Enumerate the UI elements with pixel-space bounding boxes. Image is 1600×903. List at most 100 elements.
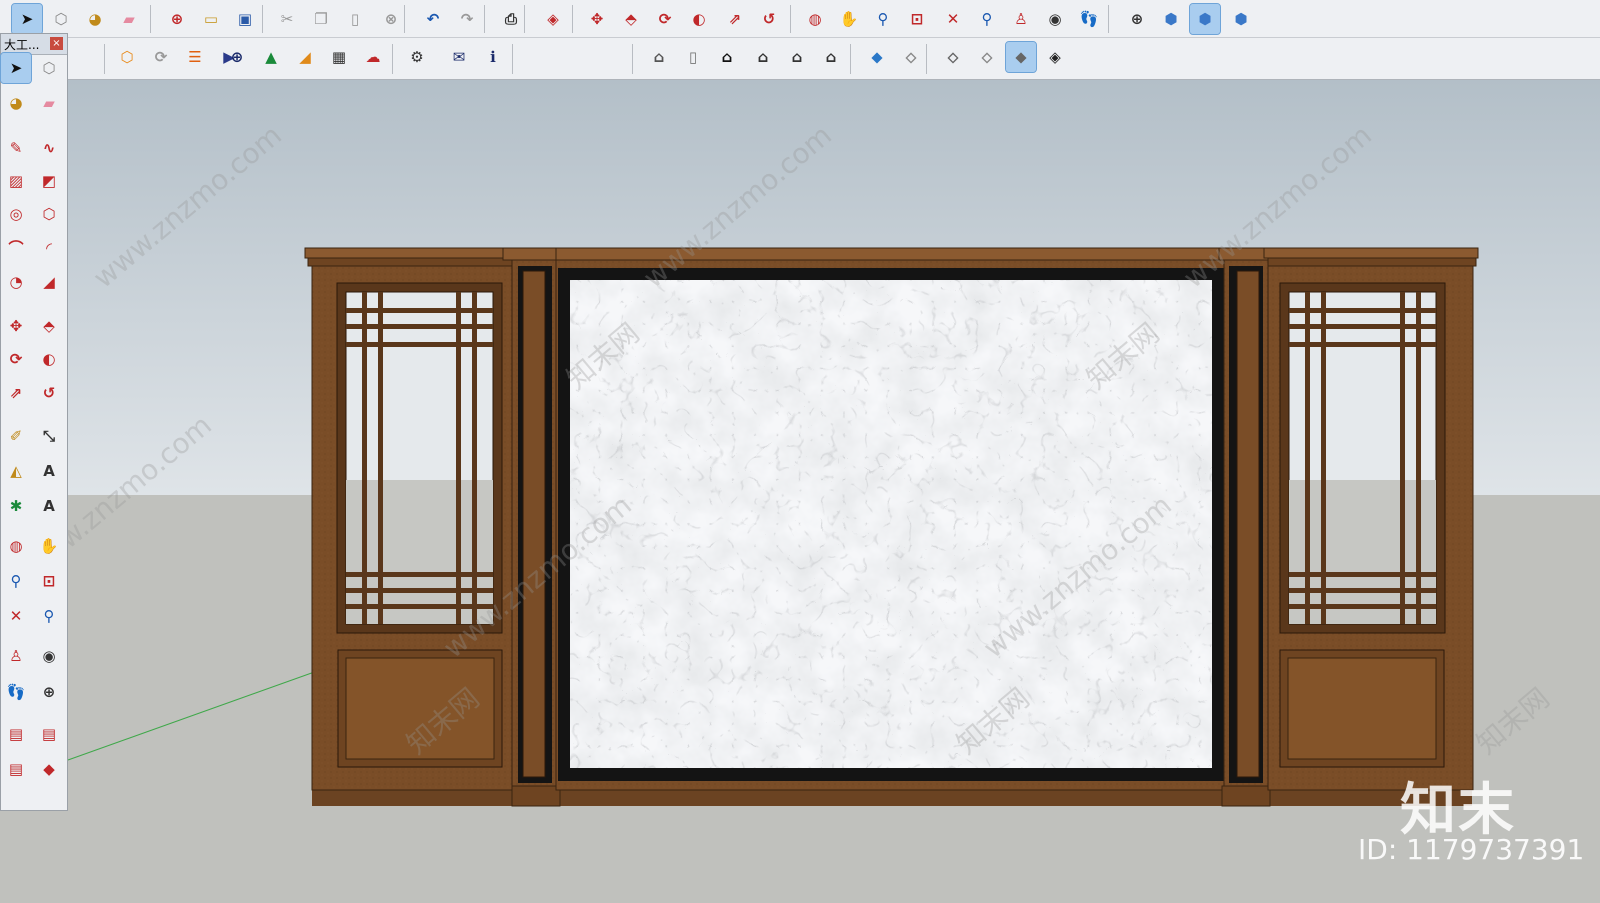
previous-view-button[interactable]: ⚲ <box>34 601 64 631</box>
move-button[interactable]: ✥ <box>1 311 31 341</box>
back-edges-button[interactable]: ⬢ <box>1189 3 1221 35</box>
eraser-button[interactable]: ▰ <box>114 4 144 34</box>
back-view-button[interactable]: ⌂ <box>782 42 812 72</box>
info-button[interactable]: ℹ <box>478 42 508 72</box>
iso-view-button[interactable]: ⌂ <box>644 42 674 72</box>
zoom-window-icon: ⊡ <box>42 571 56 590</box>
make-component-button[interactable]: ⬡ <box>46 4 76 34</box>
axes-button[interactable]: ✱ <box>1 491 31 521</box>
top-view-button[interactable]: ▯ <box>678 42 708 72</box>
checker-button[interactable]: ▦ <box>324 42 354 72</box>
redo-button[interactable]: ↷ <box>452 4 482 34</box>
zoom-window-button[interactable]: ⊡ <box>902 4 932 34</box>
line-button[interactable]: ✎ <box>1 133 31 163</box>
look-around-button[interactable]: ◉ <box>34 641 64 671</box>
paint-bucket-button[interactable]: ◕ <box>80 4 110 34</box>
3d-text-button[interactable]: A <box>34 491 64 521</box>
refresh-button[interactable]: ⟳ <box>146 42 176 72</box>
zoom-button[interactable]: ⚲ <box>1 566 31 596</box>
warehouse-button[interactable]: ▤ <box>1 719 31 749</box>
eraser-button[interactable]: ▰ <box>34 88 64 118</box>
push-pull-button[interactable]: ⬘ <box>616 4 646 34</box>
mail-button[interactable]: ✉ <box>444 42 474 72</box>
upload-button[interactable]: ▤ <box>1 754 31 784</box>
gem-button[interactable]: ◆ <box>34 754 64 784</box>
push-pull-button[interactable]: ⬘ <box>34 311 64 341</box>
three-point-arc-button[interactable]: ◢ <box>34 267 64 297</box>
rotated-rectangle-button[interactable]: ◩ <box>34 166 64 196</box>
wireframe-style-button[interactable]: ⬦ <box>896 42 926 72</box>
two-point-arc-button[interactable]: ◜ <box>34 233 64 263</box>
close-icon[interactable]: × <box>50 37 63 50</box>
orbit-button[interactable]: ◍ <box>800 4 830 34</box>
dimension-button[interactable]: ⤡ <box>34 421 64 451</box>
scale-button[interactable]: ⇗ <box>1 378 31 408</box>
offset-button[interactable]: ↺ <box>34 378 64 408</box>
rectangle-button[interactable]: ▨ <box>1 166 31 196</box>
front-view-button[interactable]: ⌂ <box>712 42 742 72</box>
pan-button[interactable]: ✋ <box>34 531 64 561</box>
model-info-button[interactable]: ⊕ <box>162 4 192 34</box>
modeling-viewport[interactable]: www.znzmo.com www.znzmo.com www.znzmo.co… <box>0 80 1600 903</box>
move-button[interactable]: ✥ <box>582 4 612 34</box>
wireframe-button[interactable]: ⬢ <box>1226 4 1256 34</box>
open-button[interactable]: ▭ <box>196 4 226 34</box>
section-plane-button[interactable]: ⊕ <box>34 677 64 707</box>
shaded-textures-button[interactable]: ⬥ <box>1005 41 1037 73</box>
walk-button[interactable]: 👣 <box>1 677 31 707</box>
sandbox-button[interactable]: ◢ <box>290 42 320 72</box>
follow-me-button[interactable]: ◐ <box>34 344 64 374</box>
zoom-extents-button[interactable]: ✕ <box>938 4 968 34</box>
copy-button[interactable]: ❐ <box>306 4 336 34</box>
layers-button[interactable]: ☰ <box>180 42 210 72</box>
walk-button[interactable]: 👣 <box>1074 4 1104 34</box>
previous-view-button[interactable]: ⚲ <box>972 4 1002 34</box>
trimble-button[interactable]: ▲ <box>256 42 286 72</box>
follow-me-button[interactable]: ◐ <box>684 4 714 34</box>
xray-button[interactable]: ⬢ <box>1156 4 1186 34</box>
rotate-button[interactable]: ⟳ <box>650 4 680 34</box>
print-button[interactable]: ⎙ <box>496 4 526 34</box>
undo-button[interactable]: ↶ <box>418 4 448 34</box>
paste-button[interactable]: ▯ <box>340 4 370 34</box>
zoom-extents-button[interactable]: ✕ <box>1 601 31 631</box>
paint-bucket-button[interactable]: ◕ <box>1 88 31 118</box>
add-location-button[interactable]: ⊕ <box>222 42 252 72</box>
rotate-button[interactable]: ⟳ <box>1 344 31 374</box>
zoom-window-button[interactable]: ⊡ <box>34 566 64 596</box>
position-camera-button[interactable]: ♙ <box>1 641 31 671</box>
polygon-button[interactable]: ⬡ <box>34 199 64 229</box>
circle-button[interactable]: ◎ <box>1 199 31 229</box>
scale-button[interactable]: ⇗ <box>720 4 750 34</box>
right-view-button[interactable]: ⌂ <box>748 42 778 72</box>
offset-button[interactable]: ↺ <box>754 4 784 34</box>
protractor-button[interactable]: ◭ <box>1 456 31 486</box>
pan-button[interactable]: ✋ <box>834 4 864 34</box>
pie-button[interactable]: ◔ <box>1 267 31 297</box>
extension-warehouse-button[interactable]: ⬡ <box>112 42 142 72</box>
cut-button[interactable]: ✂ <box>272 4 302 34</box>
make-component-button[interactable]: ⬡ <box>34 53 64 83</box>
hidden-line-button[interactable]: ⬦ <box>938 42 968 72</box>
left-view-button[interactable]: ⌂ <box>816 42 846 72</box>
freehand-button[interactable]: ∿ <box>34 133 64 163</box>
select-button[interactable]: ➤ <box>0 52 32 84</box>
xray-style-button[interactable]: ⬥ <box>862 42 892 72</box>
user-info-button[interactable]: ◈ <box>538 4 568 34</box>
position-camera-button[interactable]: ♙ <box>1006 4 1036 34</box>
orbit-button[interactable]: ◍ <box>1 531 31 561</box>
save-button[interactable]: ▣ <box>230 4 260 34</box>
cloud-upload-button[interactable]: ☁ <box>358 42 388 72</box>
erase-button[interactable]: ⊗ <box>376 4 406 34</box>
monochrome-button[interactable]: ◈ <box>1040 42 1070 72</box>
settings-button[interactable]: ⚙ <box>402 42 432 72</box>
text-button[interactable]: A <box>34 456 64 486</box>
shaded-button[interactable]: ⬦ <box>972 42 1002 72</box>
share-model-button[interactable]: ▤ <box>34 719 64 749</box>
arc-button[interactable]: ⌒ <box>1 233 31 263</box>
zoom-button[interactable]: ⚲ <box>868 4 898 34</box>
look-around-button[interactable]: ◉ <box>1040 4 1070 34</box>
select-button[interactable]: ➤ <box>11 3 43 35</box>
tape-measure-button[interactable]: ✐ <box>1 421 31 451</box>
section-plane-button[interactable]: ⊕ <box>1122 4 1152 34</box>
